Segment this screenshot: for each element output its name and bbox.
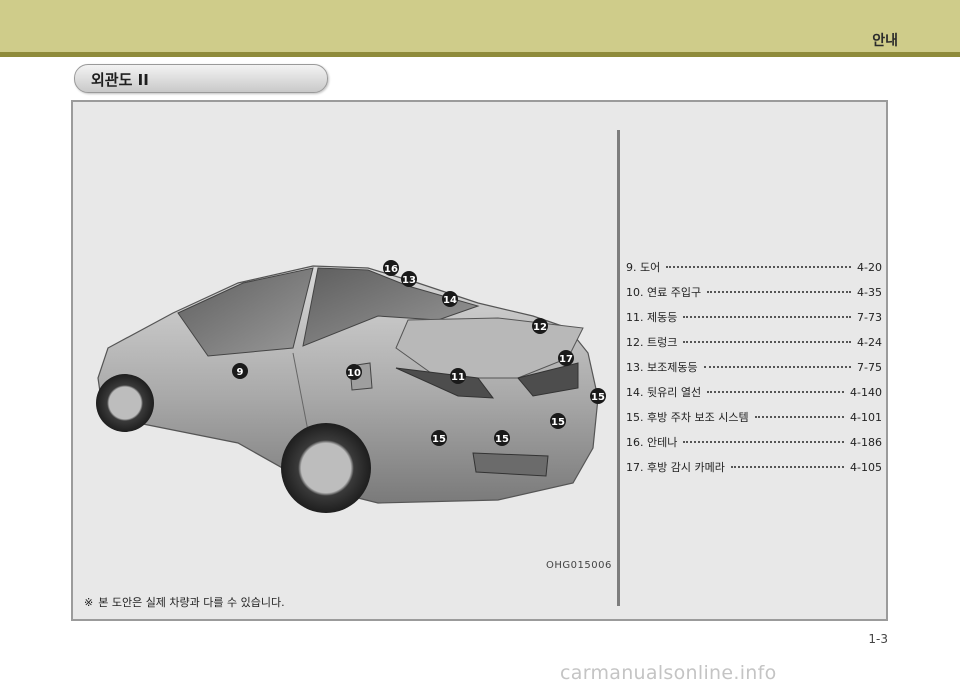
watermark: carmanualsonline.info bbox=[560, 662, 777, 684]
index-row: 13. 보조제동등 7-75 bbox=[626, 359, 882, 384]
header-rule bbox=[0, 52, 960, 57]
svg-text:17: 17 bbox=[559, 354, 573, 365]
callout-14: 14 bbox=[442, 291, 458, 307]
index-label: 15. 후방 주차 보조 시스템 bbox=[626, 411, 749, 424]
index-label: 17. 후방 감시 카메라 bbox=[626, 461, 725, 474]
index-label: 16. 안테나 bbox=[626, 436, 678, 449]
callout-16: 16 bbox=[383, 260, 399, 276]
leader-dots bbox=[730, 465, 845, 468]
svg-text:9: 9 bbox=[237, 367, 244, 378]
index-row: 14. 뒷유리 열선 4-140 bbox=[626, 384, 882, 409]
leader-dots bbox=[707, 290, 852, 293]
callout-12: 12 bbox=[532, 318, 548, 334]
leader-dots bbox=[683, 440, 845, 443]
rear-wheel bbox=[281, 423, 371, 513]
svg-text:11: 11 bbox=[451, 372, 465, 383]
car-rear-illustration: 9 10 11 12 13 14 15 15 15 15 16 17 bbox=[96, 260, 606, 513]
callout-15: 15 bbox=[550, 413, 566, 429]
parts-index: 9. 도어 4-20 10. 연료 주입구 4-35 11. 제동등 7-73 12.… bbox=[626, 259, 882, 484]
index-row: 11. 제동등 7-73 bbox=[626, 309, 882, 334]
callout-15: 15 bbox=[431, 430, 447, 446]
index-label: 12. 트렁크 bbox=[626, 336, 678, 349]
index-page: 4-20 bbox=[857, 261, 882, 274]
chapter-title: 안내 bbox=[872, 33, 898, 49]
section-title-pill: 외관도 II bbox=[74, 64, 328, 93]
svg-text:15: 15 bbox=[495, 434, 509, 445]
callout-13: 13 bbox=[401, 271, 417, 287]
header-band bbox=[0, 0, 960, 52]
index-row: 16. 안테나 4-186 bbox=[626, 434, 882, 459]
svg-text:13: 13 bbox=[402, 275, 416, 286]
index-page: 4-140 bbox=[850, 386, 882, 399]
svg-text:10: 10 bbox=[347, 368, 361, 379]
index-page: 4-24 bbox=[857, 336, 882, 349]
section-title: 외관도 II bbox=[91, 71, 149, 89]
leader-dots bbox=[666, 265, 852, 268]
index-page: 7-73 bbox=[857, 311, 882, 324]
page-number: 1-3 bbox=[868, 632, 888, 646]
callout-15: 15 bbox=[590, 388, 606, 404]
index-row: 12. 트렁크 4-24 bbox=[626, 334, 882, 359]
svg-text:15: 15 bbox=[432, 434, 446, 445]
index-label: 10. 연료 주입구 bbox=[626, 286, 702, 299]
note-mark: ※ bbox=[84, 596, 94, 609]
index-row: 15. 후방 주차 보조 시스템 4-101 bbox=[626, 409, 882, 434]
index-row: 17. 후방 감시 카메라 4-105 bbox=[626, 459, 882, 484]
index-page: 4-101 bbox=[850, 411, 882, 424]
index-label: 13. 보조제동등 bbox=[626, 361, 698, 374]
index-label: 11. 제동등 bbox=[626, 311, 678, 324]
leader-dots bbox=[683, 340, 852, 343]
callout-17: 17 bbox=[558, 350, 574, 366]
leader-dots bbox=[754, 415, 845, 418]
leader-dots bbox=[683, 315, 852, 318]
svg-text:16: 16 bbox=[384, 264, 398, 275]
figure-code: OHG015006 bbox=[546, 560, 612, 571]
note-text: 본 도안은 실제 차량과 다를 수 있습니다. bbox=[98, 596, 285, 609]
index-label: 9. 도어 bbox=[626, 261, 661, 274]
index-row: 9. 도어 4-20 bbox=[626, 259, 882, 284]
index-row: 10. 연료 주입구 4-35 bbox=[626, 284, 882, 309]
callout-11: 11 bbox=[450, 368, 466, 384]
svg-text:15: 15 bbox=[551, 417, 565, 428]
leader-dots bbox=[707, 390, 845, 393]
index-page: 7-75 bbox=[857, 361, 882, 374]
callout-10: 10 bbox=[346, 364, 362, 380]
index-page: 4-186 bbox=[850, 436, 882, 449]
front-wheel bbox=[96, 374, 154, 432]
svg-text:14: 14 bbox=[443, 295, 457, 306]
svg-text:12: 12 bbox=[533, 322, 547, 333]
svg-text:15: 15 bbox=[591, 392, 605, 403]
disclaimer-note: ※ 본 도안은 실제 차량과 다를 수 있습니다. bbox=[84, 594, 285, 610]
callout-9: 9 bbox=[232, 363, 248, 379]
index-page: 4-35 bbox=[857, 286, 882, 299]
index-label: 14. 뒷유리 열선 bbox=[626, 386, 702, 399]
index-page: 4-105 bbox=[850, 461, 882, 474]
leader-dots bbox=[703, 365, 852, 368]
callout-15: 15 bbox=[494, 430, 510, 446]
